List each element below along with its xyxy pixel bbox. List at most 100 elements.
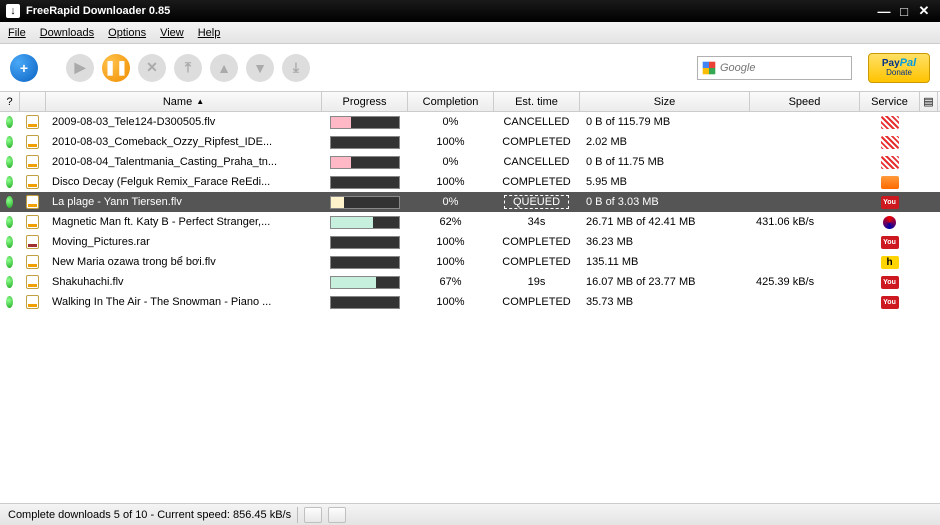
service-youtube-icon: You — [881, 196, 899, 209]
cell-service: You — [860, 296, 920, 309]
cell-completion: 100% — [408, 136, 494, 148]
column-icon[interactable] — [20, 92, 46, 111]
cell-size: 36.23 MB — [580, 236, 750, 248]
cell-size: 35.73 MB — [580, 296, 750, 308]
file-type-icon — [26, 195, 39, 209]
maximize-button[interactable]: □ — [894, 4, 914, 19]
paypal-sub: Donate — [886, 69, 912, 77]
cell-service: You — [860, 276, 920, 289]
service-youtube-icon: You — [881, 296, 899, 309]
search-input[interactable] — [720, 62, 840, 74]
progress-bar — [330, 156, 400, 169]
pause-button[interactable]: ❚❚ — [102, 54, 130, 82]
column-completion[interactable]: Completion — [408, 92, 494, 111]
progress-bar — [330, 256, 400, 269]
cell-completion: 0% — [408, 156, 494, 168]
close-button[interactable]: ✕ — [914, 3, 934, 19]
cell-service — [860, 156, 920, 169]
statusbar: Complete downloads 5 of 10 - Current spe… — [0, 503, 940, 525]
cell-completion: 62% — [408, 216, 494, 228]
cell-service — [860, 136, 920, 149]
column-service[interactable]: Service — [860, 92, 920, 111]
cell-service: h — [860, 256, 920, 269]
column-size[interactable]: Size — [580, 92, 750, 111]
cell-est-time: COMPLETED — [494, 176, 580, 188]
menu-downloads[interactable]: Downloads — [40, 27, 94, 39]
cell-est-time: QUEUED — [494, 195, 580, 209]
cell-est-time: COMPLETED — [494, 136, 580, 148]
cell-size: 0 B of 11.75 MB — [580, 156, 750, 168]
status-active-icon — [6, 256, 13, 268]
file-type-icon — [26, 175, 39, 189]
cell-name: 2010-08-04_Talentmania_Casting_Praha_tn.… — [46, 156, 322, 168]
play-button: ▶ — [66, 54, 94, 82]
move-down-button: ▼ — [246, 54, 274, 82]
cell-name: Magnetic Man ft. Katy B - Perfect Strang… — [46, 216, 322, 228]
table-row[interactable]: 2010-08-03_Comeback_Ozzy_Ripfest_IDE...1… — [0, 132, 940, 152]
cell-size: 0 B of 115.79 MB — [580, 116, 750, 128]
cell-name: Disco Decay (Felguk Remix_Farace ReEdi..… — [46, 176, 322, 188]
cell-size: 135.11 MB — [580, 256, 750, 268]
cell-service — [860, 216, 920, 229]
clipboard-monitor-icon[interactable] — [304, 507, 322, 523]
column-status[interactable]: ? — [0, 92, 20, 111]
service-youtube-icon: You — [881, 276, 899, 289]
file-type-icon — [26, 255, 39, 269]
cell-service — [860, 116, 920, 129]
status-active-icon — [6, 176, 13, 188]
minimize-button[interactable]: — — [874, 4, 894, 19]
cell-name: Walking In The Air - The Snowman - Piano… — [46, 296, 322, 308]
table-row[interactable]: Disco Decay (Felguk Remix_Farace ReEdi..… — [0, 172, 940, 192]
column-progress[interactable]: Progress — [322, 92, 408, 111]
cell-est-time: 19s — [494, 276, 580, 288]
window-title: FreeRapid Downloader 0.85 — [26, 5, 874, 17]
connection-icon[interactable] — [328, 507, 346, 523]
progress-bar — [330, 296, 400, 309]
status-active-icon — [6, 136, 13, 148]
cell-completion: 100% — [408, 176, 494, 188]
cell-completion: 0% — [408, 196, 494, 208]
column-est-time[interactable]: Est. time — [494, 92, 580, 111]
menu-view[interactable]: View — [160, 27, 184, 39]
cell-est-time: COMPLETED — [494, 256, 580, 268]
cell-completion: 67% — [408, 276, 494, 288]
file-type-icon — [26, 155, 39, 169]
table-row[interactable]: 2010-08-04_Talentmania_Casting_Praha_tn.… — [0, 152, 940, 172]
file-type-icon — [26, 215, 39, 229]
menu-options[interactable]: Options — [108, 27, 146, 39]
cell-completion: 100% — [408, 256, 494, 268]
cell-completion: 0% — [408, 116, 494, 128]
column-speed[interactable]: Speed — [750, 92, 860, 111]
table-row[interactable]: Magnetic Man ft. Katy B - Perfect Strang… — [0, 212, 940, 232]
menu-file[interactable]: File — [8, 27, 26, 39]
cell-size: 5.95 MB — [580, 176, 750, 188]
paypal-donate-button[interactable]: PayPal Donate — [868, 53, 930, 83]
table-row[interactable]: Moving_Pictures.rar100%COMPLETED36.23 MB… — [0, 232, 940, 252]
table-row[interactable]: New Maria ozawa trong bể bơi.flv100%COMP… — [0, 252, 940, 272]
search-box[interactable] — [697, 56, 852, 80]
table-row[interactable]: Shakuhachi.flv67%19s16.07 MB of 23.77 MB… — [0, 272, 940, 292]
service-swirl-icon — [883, 216, 896, 229]
service-youtube-icon: You — [881, 236, 899, 249]
cancel-button: ✕ — [138, 54, 166, 82]
menu-help[interactable]: Help — [198, 27, 221, 39]
table-row[interactable]: Walking In The Air - The Snowman - Piano… — [0, 292, 940, 312]
table-row[interactable]: La plage - Yann Tiersen.flv0%QUEUED0 B o… — [0, 192, 940, 212]
cell-service: You — [860, 196, 920, 209]
column-config-icon[interactable]: ▤ — [920, 92, 938, 111]
progress-bar — [330, 136, 400, 149]
cell-size: 16.07 MB of 23.77 MB — [580, 276, 750, 288]
cell-name: 2009-08-03_Tele124-D300505.flv — [46, 116, 322, 128]
cell-completion: 100% — [408, 236, 494, 248]
cell-speed: 425.39 kB/s — [750, 276, 860, 288]
progress-bar — [330, 216, 400, 229]
cell-est-time: COMPLETED — [494, 236, 580, 248]
add-button[interactable]: + — [10, 54, 38, 82]
table-row[interactable]: 2009-08-03_Tele124-D300505.flv 0%CANCELLE… — [0, 112, 940, 132]
menubar: File Downloads Options View Help — [0, 22, 940, 44]
download-list: 2009-08-03_Tele124-D300505.flv0%CANCELLE… — [0, 112, 940, 502]
status-active-icon — [6, 296, 13, 308]
cell-est-time: CANCELLED — [494, 116, 580, 128]
column-name[interactable]: Name▲ — [46, 92, 322, 111]
move-up-button: ▲ — [210, 54, 238, 82]
